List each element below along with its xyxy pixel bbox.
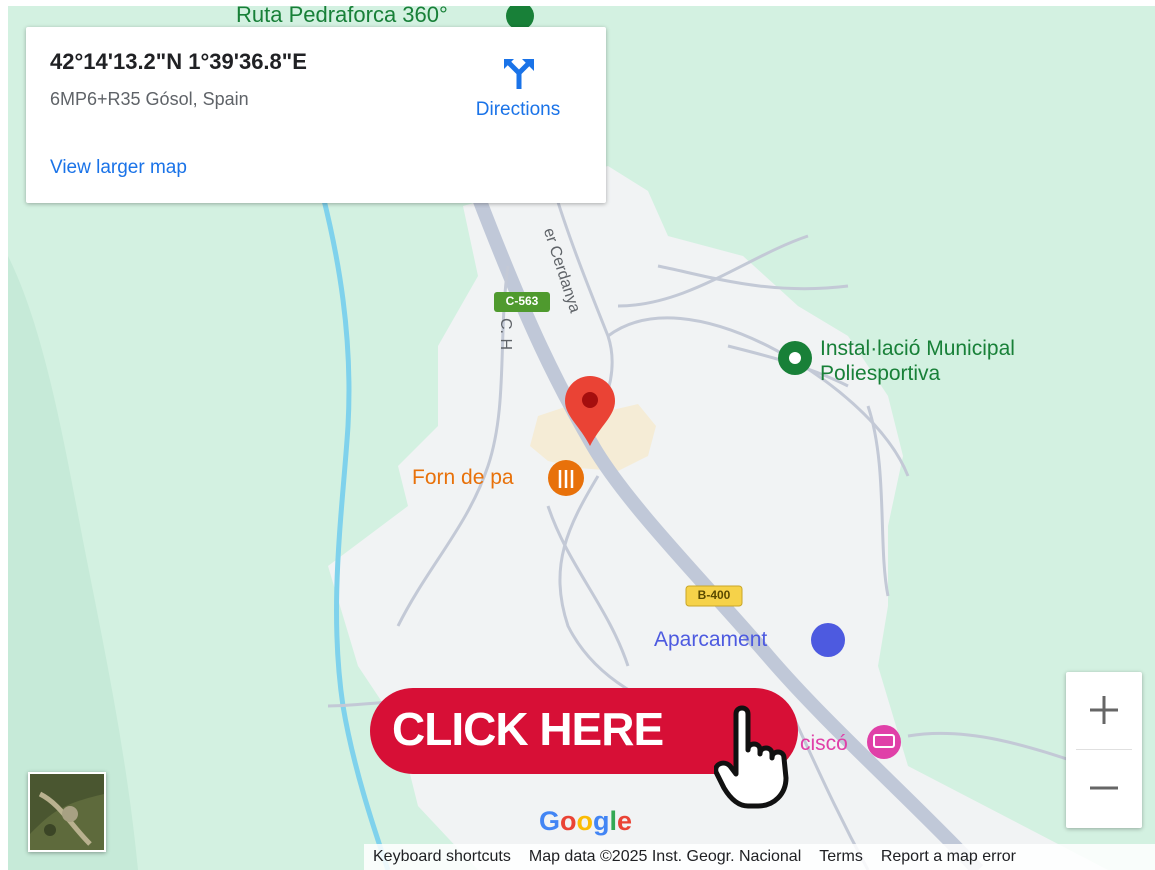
- place-label-aparcament[interactable]: Aparcament: [654, 628, 767, 652]
- road-badge-label-c563: C-563: [505, 294, 539, 308]
- park-pin-dot: [789, 352, 801, 364]
- zoom-control: [1066, 672, 1142, 828]
- click-here-label: CLICK HERE: [392, 703, 664, 755]
- parking-icon: [811, 623, 845, 657]
- map-footer: Keyboard shortcuts Map data ©2025 Inst. …: [364, 844, 1155, 870]
- place-label-poliesportiva[interactable]: Instal·lació Municipal Poliesportiva: [820, 336, 1015, 386]
- map-data-attribution: Map data ©2025 Inst. Geogr. Nacional: [528, 848, 802, 865]
- map-canvas[interactable]: Ruta Pedraforca 360° er Cerdanya C. H C-…: [8, 6, 1155, 870]
- plus-icon: [1090, 696, 1118, 724]
- place-label-forn-de-pa[interactable]: Forn de pa: [412, 466, 514, 490]
- minus-icon: [1090, 786, 1118, 790]
- keyboard-shortcuts-link[interactable]: Keyboard shortcuts: [364, 848, 520, 866]
- terms-link[interactable]: Terms: [810, 848, 872, 866]
- zoom-in-button[interactable]: [1066, 672, 1142, 748]
- coordinates-text: 42°14'13.2"N 1°39'36.8"E: [50, 49, 307, 74]
- address-text: 6MP6+R35 Gósol, Spain: [50, 89, 249, 109]
- zoom-out-button[interactable]: [1066, 750, 1142, 826]
- google-logo: Google: [539, 806, 633, 836]
- directions-button[interactable]: Directions: [458, 51, 578, 131]
- road-badge-label-b400: B-400: [697, 588, 731, 602]
- pointing-hand-icon: [714, 705, 789, 809]
- directions-icon: [504, 59, 534, 89]
- route-label[interactable]: Ruta Pedraforca 360°: [236, 6, 448, 28]
- directions-label: Directions: [475, 99, 561, 120]
- satellite-layer-toggle[interactable]: [28, 772, 106, 852]
- view-larger-map-link[interactable]: View larger map: [50, 157, 187, 179]
- location-pin-dot: [582, 392, 598, 408]
- report-map-error-link[interactable]: Report a map error: [872, 848, 1025, 866]
- road-name-ch: C. H: [497, 318, 514, 350]
- place-info-card: 42°14'13.2"N 1°39'36.8"E 6MP6+R35 Gósol,…: [26, 27, 606, 203]
- hotel-icon: [867, 725, 901, 759]
- satellite-thumbnail: [30, 774, 104, 850]
